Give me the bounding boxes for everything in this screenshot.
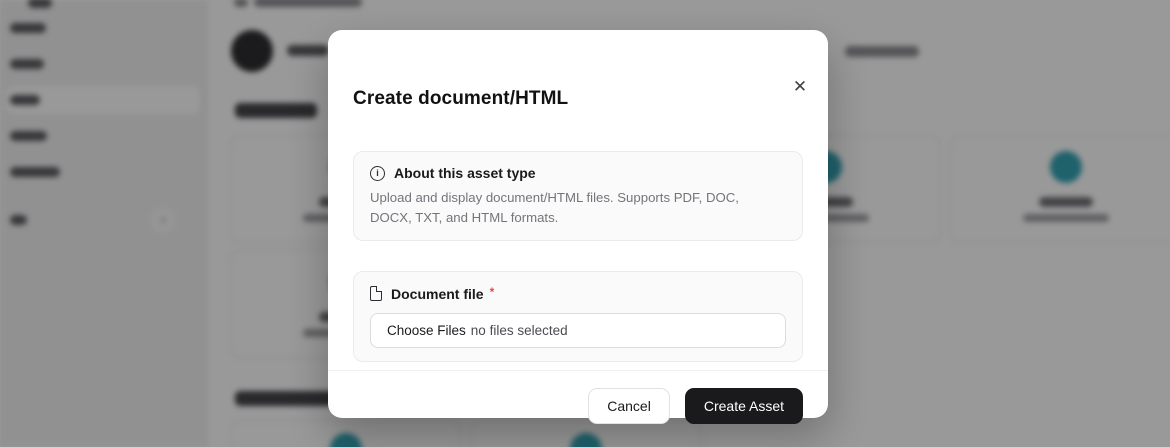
screen: › [0,0,1170,447]
choose-files-button-text[interactable]: Choose Files [387,323,466,338]
modal-footer: Cancel Create Asset [588,388,803,424]
document-file-label: Document file* [391,285,494,302]
footer-divider [328,370,828,371]
create-asset-button[interactable]: Create Asset [685,388,803,424]
file-icon [370,286,382,301]
about-heading: About this asset type [394,165,536,181]
required-asterisk: * [490,285,495,299]
about-asset-type-box: i About this asset type Upload and displ… [353,151,803,241]
modal-title: Create document/HTML [353,88,568,110]
info-icon: i [370,166,385,181]
cancel-button[interactable]: Cancel [588,388,670,424]
file-input[interactable]: Choose Files no files selected [370,313,786,348]
about-body-text: Upload and display document/HTML files. … [370,188,786,227]
create-document-modal: Create document/HTML ✕ i About this asse… [328,30,828,418]
close-icon[interactable]: ✕ [789,76,811,98]
file-input-status-text: no files selected [471,323,568,338]
document-file-field-box: Document file* Choose Files no files sel… [353,271,803,362]
